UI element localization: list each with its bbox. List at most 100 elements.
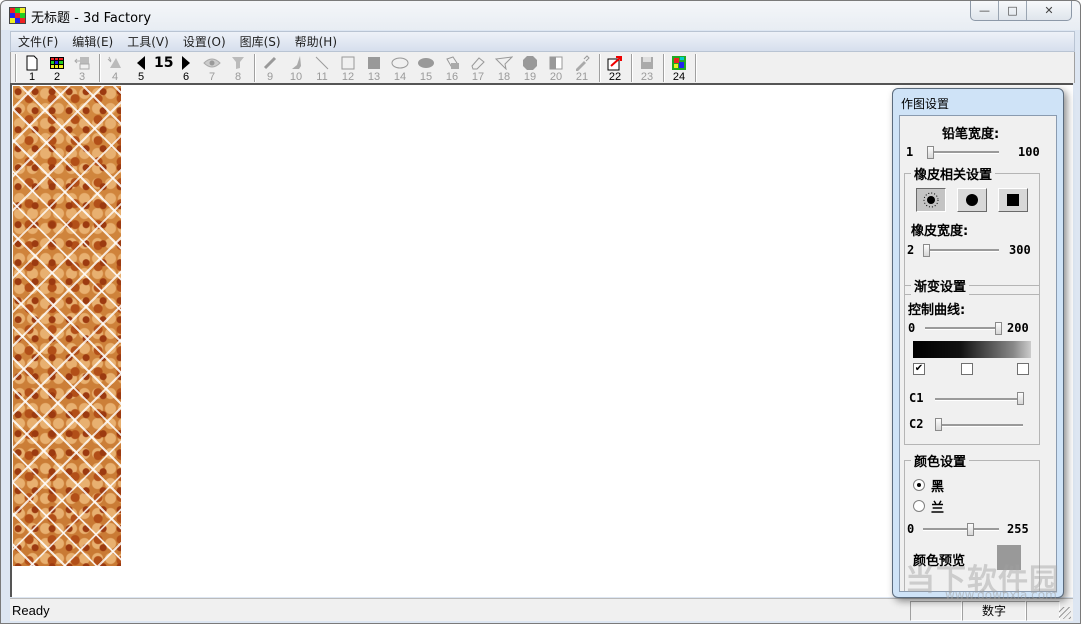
c1-thumb[interactable] <box>1017 392 1024 405</box>
square-icon <box>1007 194 1019 206</box>
prev-icon <box>137 56 145 70</box>
menu-tools[interactable]: 工具(V) <box>127 33 169 50</box>
toolbar-button-ellipse[interactable]: 14 <box>387 53 413 83</box>
toolbar-button-prev[interactable]: 5 <box>128 53 154 83</box>
gradient-checkbox-3[interactable] <box>1017 363 1029 375</box>
toolbar: 1 2 3 4 5 15 6 7 8 9 10 11 12 13 14 15 1… <box>10 52 1075 83</box>
gradient-settings-group: 渐变设置 控制曲线: 0 200 ✔ C1 C2 <box>904 276 1040 445</box>
fill-bucket-icon <box>446 56 459 69</box>
eyedropper-icon <box>576 55 590 71</box>
color-option-blue-label: 兰 <box>931 501 945 516</box>
toolbar-button-filled-rect[interactable]: 13 <box>361 53 387 83</box>
toolbar-button-fill[interactable]: 16 <box>439 53 465 83</box>
ellipse-icon <box>391 57 409 69</box>
menu-gallery[interactable]: 图库(S) <box>240 33 281 50</box>
toolbar-button-pencil[interactable]: 9 <box>257 53 283 83</box>
control-curve-thumb[interactable] <box>995 322 1002 335</box>
color-radio-blue[interactable] <box>913 500 925 512</box>
maximize-icon: □ <box>1007 4 1018 17</box>
title-bar: 无标题 - 3d Factory — □ ✕ <box>1 1 1080 30</box>
toolbar-button-save[interactable]: 23 <box>634 53 660 83</box>
pencil-width-thumb[interactable] <box>927 146 934 159</box>
filled-polygon-icon <box>523 56 537 70</box>
toolbar-separator <box>695 54 697 82</box>
button-number: 17 <box>471 71 485 83</box>
color-preview-swatch <box>997 545 1021 570</box>
check-icon: ✔ <box>914 363 924 374</box>
toolbar-separator <box>631 54 633 82</box>
panel-body: 铅笔宽度: 1 100 橡皮相关设置 橡皮宽度: 2 300 渐变设置 控制曲线… <box>899 115 1057 592</box>
c1-label: C1 <box>909 391 924 405</box>
c2-slider[interactable] <box>935 424 1023 427</box>
button-number: 16 <box>445 71 459 83</box>
undo-arrow-icon <box>607 56 622 71</box>
toolbar-button-undo[interactable]: 22 <box>602 53 628 83</box>
c2-thumb[interactable] <box>935 418 942 431</box>
maximize-button[interactable]: □ <box>999 1 1027 20</box>
app-logo-icon <box>9 7 26 24</box>
toolbar-button-view[interactable]: 7 <box>199 53 225 83</box>
toolbar-button-brush[interactable]: 10 <box>283 53 309 83</box>
toolbar-button-palette[interactable]: 24 <box>666 53 692 83</box>
eye-icon <box>203 58 221 68</box>
eraser-soft-button[interactable] <box>916 188 946 212</box>
close-icon: ✕ <box>1044 4 1054 17</box>
pencil-max: 100 <box>1018 145 1040 159</box>
window-title: 无标题 - 3d Factory <box>31 11 152 26</box>
button-number: 2 <box>53 71 61 83</box>
curve-min: 0 <box>908 321 916 335</box>
toolbar-button-eyedropper[interactable]: 21 <box>569 53 595 83</box>
menu-settings[interactable]: 设置(O) <box>183 33 226 50</box>
toolbar-button-grid[interactable]: 2 <box>44 53 70 83</box>
c2-label: C2 <box>909 417 924 431</box>
new-file-icon <box>26 55 38 71</box>
eraser-square-button[interactable] <box>998 188 1028 212</box>
minimize-button[interactable]: — <box>971 1 999 20</box>
gradient-checkbox-2[interactable] <box>961 363 973 375</box>
resize-grip[interactable] <box>1059 607 1071 619</box>
close-button[interactable]: ✕ <box>1027 1 1071 20</box>
toolbar-button-polygon[interactable]: 18 <box>491 53 517 83</box>
toolbar-button-filled-polygon[interactable]: 19 <box>517 53 543 83</box>
color-value-thumb[interactable] <box>966 523 974 536</box>
toolbar-button-filter[interactable]: 8 <box>225 53 251 83</box>
curve-max: 200 <box>1007 321 1029 335</box>
button-number: 3 <box>78 71 86 83</box>
button-number: 20 <box>549 71 563 83</box>
control-curve-slider[interactable] <box>925 327 1001 330</box>
eraser-width-slider[interactable] <box>923 249 999 252</box>
eraser-width-thumb[interactable] <box>923 244 930 257</box>
pencil-width-slider[interactable] <box>927 151 999 154</box>
minimize-icon: — <box>979 4 990 17</box>
button-number: 24 <box>672 71 686 83</box>
toolbar-button-next[interactable]: 6 <box>173 53 199 83</box>
menu-edit[interactable]: 编辑(E) <box>72 33 113 50</box>
toolbar-button-filled-ellipse[interactable]: 15 <box>413 53 439 83</box>
eraser-circle-button[interactable] <box>957 188 987 212</box>
toolbar-button-rect[interactable]: 12 <box>335 53 361 83</box>
button-number: 18 <box>497 71 511 83</box>
gradient-checkbox-1[interactable]: ✔ <box>913 363 925 375</box>
drawing-settings-panel: 作图设置 铅笔宽度: 1 100 橡皮相关设置 橡皮宽度: 2 300 渐变设置… <box>892 88 1064 598</box>
polygon-icon <box>495 56 513 70</box>
menu-bar: 文件(F) 编辑(E) 工具(V) 设置(O) 图库(S) 帮助(H) <box>10 31 1075 52</box>
c1-slider[interactable] <box>935 398 1023 401</box>
color-value-slider[interactable] <box>923 528 999 531</box>
toolbar-button-new[interactable]: 1 <box>19 53 45 83</box>
button-number: 5 <box>137 71 145 83</box>
filter-icon <box>232 57 244 69</box>
toolbar-button-eraser[interactable]: 17 <box>465 53 491 83</box>
menu-help[interactable]: 帮助(H) <box>295 33 337 50</box>
button-number: 22 <box>608 71 622 83</box>
toolbar-button-line[interactable]: 11 <box>309 53 335 83</box>
toolbar-button-gradient[interactable]: 20 <box>543 53 569 83</box>
color-radio-black[interactable] <box>913 479 925 491</box>
panel-title[interactable]: 作图设置 <box>901 95 949 112</box>
button-number: 9 <box>266 71 274 83</box>
toolbar-button-spray[interactable]: 4 <box>102 53 128 83</box>
toolbar-button-texture[interactable]: 3 <box>69 53 95 83</box>
button-number: 14 <box>393 71 407 83</box>
menu-file[interactable]: 文件(F) <box>18 33 58 50</box>
color-preview-label: 颜色预览 <box>913 554 966 569</box>
line-icon <box>315 56 329 70</box>
